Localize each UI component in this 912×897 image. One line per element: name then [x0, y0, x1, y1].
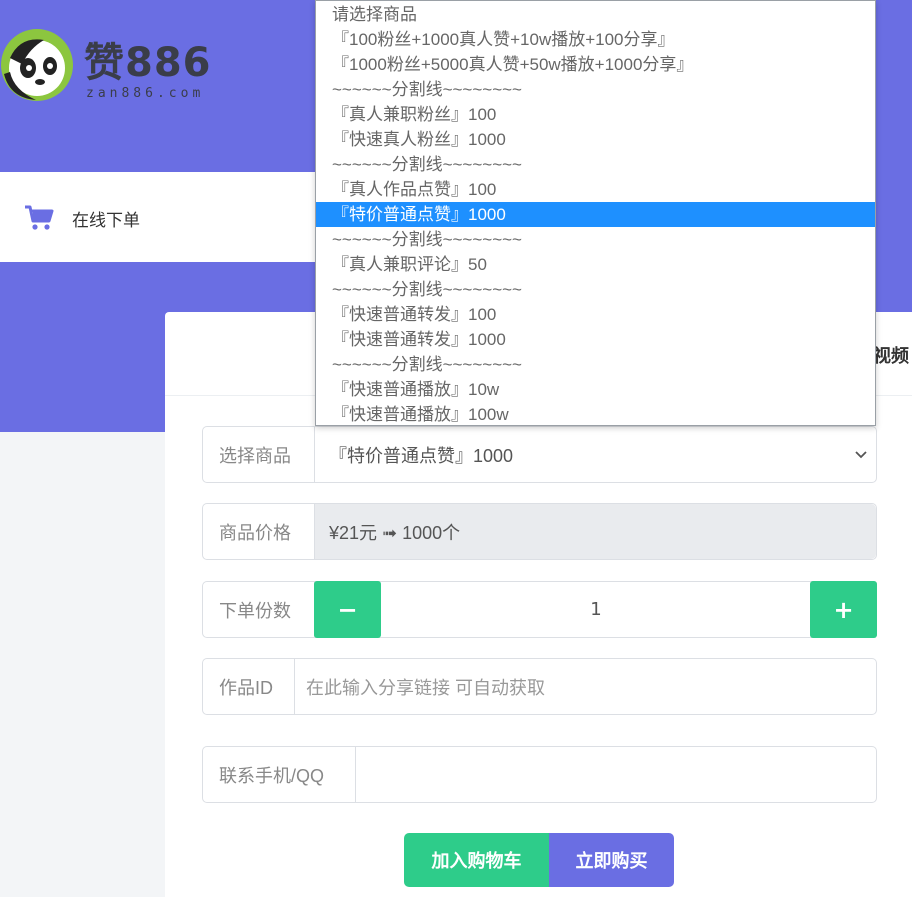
work-id-label: 作品ID [203, 659, 295, 714]
dropdown-option[interactable]: 『真人兼职粉丝』100 [316, 102, 875, 127]
work-id-row: 作品ID 在此输入分享链接 可自动获取 [202, 658, 877, 715]
quantity-label: 下单份数 [203, 582, 315, 637]
dropdown-option[interactable]: 『快速普通播放』100w [316, 402, 875, 427]
brand-domain: zan886.com [86, 86, 205, 101]
contact-row: 联系手机/QQ [202, 746, 877, 803]
shopping-cart-icon [25, 205, 54, 230]
product-select-row[interactable]: 选择商品 『特价普通点赞』1000 [202, 426, 877, 483]
product-select-value[interactable]: 『特价普通点赞』1000 [329, 427, 513, 482]
quantity-minus-button[interactable]: − [314, 581, 381, 638]
dropdown-placeholder-option[interactable]: 请选择商品 [316, 2, 875, 27]
price-row: 商品价格 ¥21元 ➟ 1000个 [202, 503, 877, 560]
dropdown-option[interactable]: ~~~~~~分割线~~~~~~~~ [316, 152, 875, 177]
dropdown-option[interactable]: 『特价普通点赞』1000 [316, 202, 875, 227]
work-id-input[interactable]: 在此输入分享链接 可自动获取 [306, 659, 545, 714]
dropdown-option[interactable]: 『真人兼职评论』50 [316, 252, 875, 277]
brand-name: 赞886 [84, 40, 212, 86]
quantity-row: 下单份数 − 1 + [202, 581, 877, 638]
chevron-down-icon[interactable] [854, 447, 868, 461]
price-label: 商品价格 [203, 504, 315, 559]
dropdown-option[interactable]: 『快速普通转发』1000 [316, 327, 875, 352]
dropdown-option[interactable]: 『快速普通转发』100 [316, 302, 875, 327]
dropdown-option[interactable]: ~~~~~~分割线~~~~~~~~ [316, 227, 875, 252]
panda-logo-icon [1, 29, 73, 101]
dropdown-option[interactable]: ~~~~~~分割线~~~~~~~~ [316, 77, 875, 102]
dropdown-option[interactable]: 『快速普通播放』10w [316, 377, 875, 402]
buy-now-button[interactable]: 立即购买 [549, 833, 674, 887]
add-to-cart-button[interactable]: 加入购物车 [404, 833, 549, 887]
dropdown-option[interactable]: 『1000粉丝+5000真人赞+50w播放+1000分享』 [316, 52, 875, 77]
product-dropdown-list[interactable]: 请选择商品 『100粉丝+1000真人赞+10w播放+100分享』 『1000粉丝+… [315, 0, 876, 426]
quantity-plus-button[interactable]: + [810, 581, 877, 638]
quantity-stepper[interactable]: 1 [383, 582, 809, 637]
nav-online-order[interactable]: 在线下单 [72, 206, 140, 231]
dropdown-option[interactable]: 『快速真人粉丝』1000 [316, 127, 875, 152]
dropdown-option[interactable]: ~~~~~~分割线~~~~~~~~ [316, 277, 875, 302]
dropdown-option[interactable]: 『100粉丝+1000真人赞+10w播放+100分享』 [316, 27, 875, 52]
product-select-label: 选择商品 [203, 427, 315, 482]
contact-input[interactable] [367, 747, 876, 802]
dropdown-option[interactable]: 『真人作品点赞』100 [316, 177, 875, 202]
dropdown-option[interactable]: ~~~~~~分割线~~~~~~~~ [316, 352, 875, 377]
site-logo[interactable]: 赞886 zan886.com [0, 26, 240, 106]
price-value: ¥21元 ➟ 1000个 [329, 522, 461, 543]
contact-label: 联系手机/QQ [203, 747, 356, 802]
